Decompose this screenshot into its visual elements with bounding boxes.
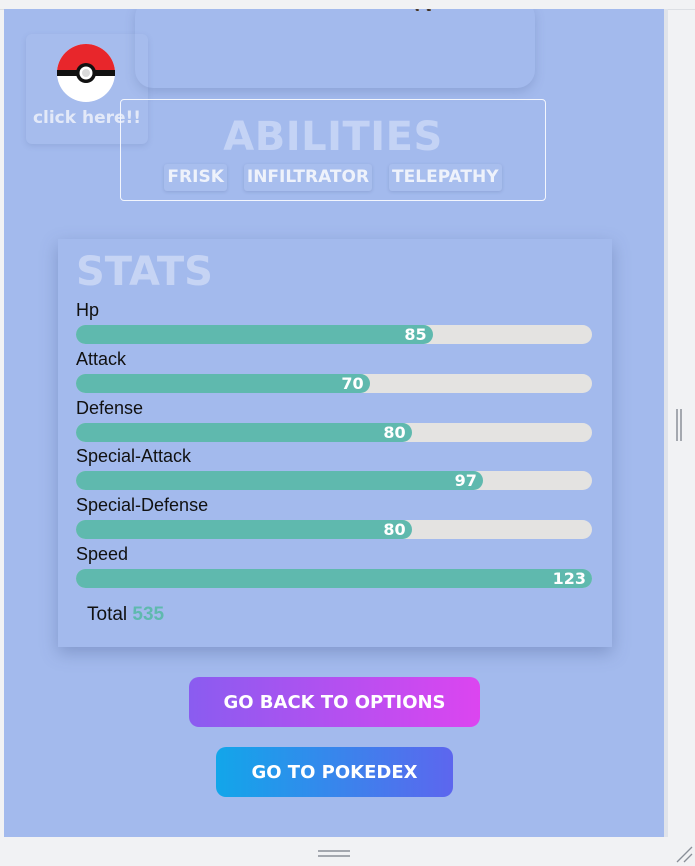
stat-row-defense: Defense 80 bbox=[76, 398, 592, 447]
go-to-pokedex-button[interactable]: GO TO POKEDEX bbox=[216, 747, 453, 797]
stats-title: STATS bbox=[76, 249, 213, 295]
stat-row-hp: Hp 85 bbox=[76, 300, 592, 349]
stat-name: Speed bbox=[76, 544, 129, 564]
stat-name: Special-Attack bbox=[76, 446, 192, 466]
total-label: Total bbox=[87, 604, 128, 625]
stat-bar-fill: 70 bbox=[76, 374, 370, 393]
stat-value: 80 bbox=[383, 423, 406, 442]
stat-bar-track: 97 bbox=[76, 471, 592, 490]
pokemon-image-card bbox=[135, 9, 535, 88]
abilities-panel: ABILITIES FRISK INFILTRATOR TELEPATHY bbox=[120, 99, 546, 201]
stat-name: Special-Defense bbox=[76, 495, 209, 515]
stat-row-special-attack: Special-Attack 97 bbox=[76, 446, 592, 495]
abilities-title: ABILITIES bbox=[223, 114, 443, 160]
stat-row-speed: Speed 123 bbox=[76, 544, 592, 593]
go-back-to-options-button[interactable]: GO BACK TO OPTIONS bbox=[189, 677, 480, 727]
stat-bar-fill: 85 bbox=[76, 325, 433, 344]
stat-row-attack: Attack 70 bbox=[76, 349, 592, 398]
stat-bar-fill: 123 bbox=[76, 569, 592, 588]
stat-bar-track: 123 bbox=[76, 569, 592, 588]
stat-row-special-defense: Special-Defense 80 bbox=[76, 495, 592, 544]
scrollbar-grip-icon[interactable] bbox=[675, 408, 683, 442]
page-viewport: click here!! ABILITIES FRISK INFILTRATOR… bbox=[4, 9, 664, 837]
stat-value: 123 bbox=[552, 569, 586, 588]
pokemon-sprite-feet bbox=[415, 9, 431, 11]
stats-total: Total 535 bbox=[87, 604, 164, 626]
stat-value: 97 bbox=[454, 471, 477, 490]
stat-bar-track: 80 bbox=[76, 423, 592, 442]
total-value: 535 bbox=[132, 604, 165, 625]
stat-bar-fill: 80 bbox=[76, 520, 412, 539]
resize-handle-icon[interactable] bbox=[317, 848, 351, 860]
pokeball-icon bbox=[57, 44, 115, 102]
ability-tag: FRISK bbox=[164, 164, 227, 191]
stat-value: 80 bbox=[383, 520, 406, 539]
stat-bar-track: 70 bbox=[76, 374, 592, 393]
ability-tag: TELEPATHY bbox=[389, 164, 502, 191]
stat-name: Defense bbox=[76, 398, 144, 418]
stat-bar-fill: 97 bbox=[76, 471, 483, 490]
corner-resize-icon[interactable] bbox=[675, 845, 693, 863]
stat-bar-track: 85 bbox=[76, 325, 592, 344]
stat-bar-fill: 80 bbox=[76, 423, 412, 442]
stat-value: 85 bbox=[404, 325, 427, 344]
scrollbar-track[interactable] bbox=[664, 9, 668, 837]
ability-tag: INFILTRATOR bbox=[243, 164, 373, 191]
ability-list: FRISK INFILTRATOR TELEPATHY bbox=[121, 164, 545, 191]
stats-panel: STATS Hp 85 Attack 70 Defense 80 Special… bbox=[58, 239, 612, 647]
stat-name: Hp bbox=[76, 300, 100, 320]
stat-bar-track: 80 bbox=[76, 520, 592, 539]
stat-value: 70 bbox=[341, 374, 364, 393]
stat-name: Attack bbox=[76, 349, 127, 369]
